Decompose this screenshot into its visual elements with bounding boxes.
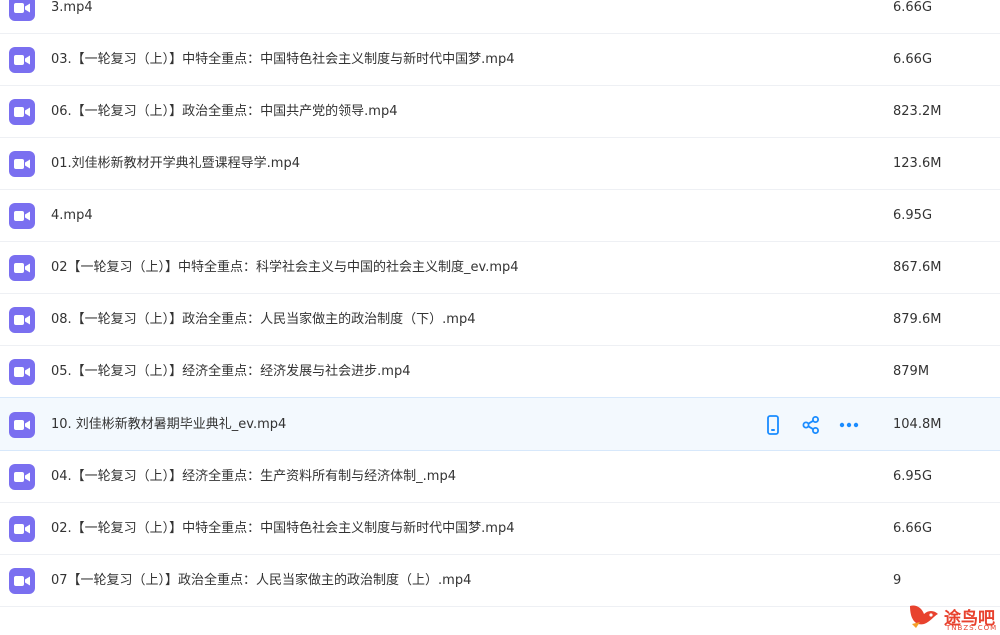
watermark-subtext: TNBZS.COM (946, 624, 998, 632)
share-button[interactable] (800, 414, 822, 436)
file-name[interactable]: 05.【一轮复习（上）】经济全重点：经济发展与社会进步.mp4 (51, 363, 411, 381)
file-row[interactable]: 07【一轮复习（上）】政治全重点：人民当家做主的政治制度（上）.mp4 9 (0, 555, 1000, 607)
file-row[interactable]: 03.【一轮复习（上）】中特全重点：中国特色社会主义制度与新时代中国梦.mp4 6… (0, 34, 1000, 86)
video-file-icon (9, 359, 35, 385)
file-name[interactable]: 07【一轮复习（上）】政治全重点：人民当家做主的政治制度（上）.mp4 (51, 572, 471, 590)
video-file-icon (9, 568, 35, 594)
video-file-icon (9, 151, 35, 177)
file-row[interactable]: 08.【一轮复习（上）】政治全重点：人民当家做主的政治制度（下）.mp4 879.… (0, 294, 1000, 346)
video-file-icon (9, 307, 35, 333)
share-icon (802, 416, 819, 434)
file-size: 6.95G (893, 208, 933, 223)
watermark: 途鸟吧 TNBZS.COM (904, 598, 1000, 635)
file-size: 867.6M (893, 260, 942, 275)
file-size: 823.2M (893, 104, 942, 119)
file-row[interactable]: 04.【一轮复习（上）】经济全重点：生产资料所有制与经济体制_.mp4 6.95G (0, 451, 1000, 503)
video-file-icon (9, 412, 35, 438)
file-row[interactable]: 01.刘佳彬新教材开学典礼暨课程导学.mp4 123.6M (0, 138, 1000, 190)
file-row[interactable]: 02【一轮复习（上）】中特全重点：科学社会主义与中国的社会主义制度_ev.mp4… (0, 242, 1000, 294)
file-size: 104.8M (893, 417, 942, 432)
file-size: 9 (893, 573, 902, 588)
video-file-icon (9, 0, 35, 21)
file-name[interactable]: 3.mp4 (51, 0, 93, 17)
file-name[interactable]: 4.mp4 (51, 207, 93, 225)
file-size: 123.6M (893, 156, 942, 171)
phone-button[interactable] (762, 414, 784, 436)
file-row[interactable]: 02.【一轮复习（上）】中特全重点：中国特色社会主义制度与新时代中国梦.mp4 6… (0, 503, 1000, 555)
file-name[interactable]: 02【一轮复习（上）】中特全重点：科学社会主义与中国的社会主义制度_ev.mp4 (51, 259, 519, 277)
file-row[interactable]: 10. 刘佳彬新教材暑期毕业典礼_ev.mp4 104.8M (0, 397, 1000, 451)
file-name[interactable]: 08.【一轮复习（上）】政治全重点：人民当家做主的政治制度（下）.mp4 (51, 311, 476, 329)
file-row[interactable]: 3.mp4 6.66G (0, 0, 1000, 34)
file-name[interactable]: 03.【一轮复习（上）】中特全重点：中国特色社会主义制度与新时代中国梦.mp4 (51, 51, 515, 69)
video-file-icon (9, 203, 35, 229)
file-name[interactable]: 06.【一轮复习（上）】政治全重点：中国共产党的领导.mp4 (51, 103, 398, 121)
video-file-icon (9, 99, 35, 125)
file-size: 879M (893, 364, 930, 379)
video-file-icon (9, 255, 35, 281)
more-icon (839, 422, 859, 428)
video-file-icon (9, 464, 35, 490)
file-row[interactable]: 4.mp4 6.95G (0, 190, 1000, 242)
file-name[interactable]: 10. 刘佳彬新教材暑期毕业典礼_ev.mp4 (51, 416, 286, 434)
video-file-icon (9, 47, 35, 73)
file-size: 6.66G (893, 521, 933, 536)
file-row[interactable]: 05.【一轮复习（上）】经济全重点：经济发展与社会进步.mp4 879M (0, 346, 1000, 398)
file-name[interactable]: 02.【一轮复习（上）】中特全重点：中国特色社会主义制度与新时代中国梦.mp4 (51, 520, 515, 538)
file-list: 3.mp4 6.66G 03.【一轮复习（上）】中特全重点：中国特色社会主义制度与新… (0, 0, 1000, 607)
bird-logo-icon (910, 605, 938, 628)
file-size: 6.66G (893, 52, 933, 67)
more-button[interactable] (838, 414, 860, 436)
file-name[interactable]: 04.【一轮复习（上）】经济全重点：生产资料所有制与经济体制_.mp4 (51, 468, 456, 486)
file-size: 879.6M (893, 312, 942, 327)
video-file-icon (9, 516, 35, 542)
file-size: 6.95G (893, 469, 933, 484)
phone-icon (767, 415, 779, 435)
file-name[interactable]: 01.刘佳彬新教材开学典礼暨课程导学.mp4 (51, 155, 300, 173)
file-size: 6.66G (893, 0, 933, 15)
file-row[interactable]: 06.【一轮复习（上）】政治全重点：中国共产党的领导.mp4 823.2M (0, 86, 1000, 138)
